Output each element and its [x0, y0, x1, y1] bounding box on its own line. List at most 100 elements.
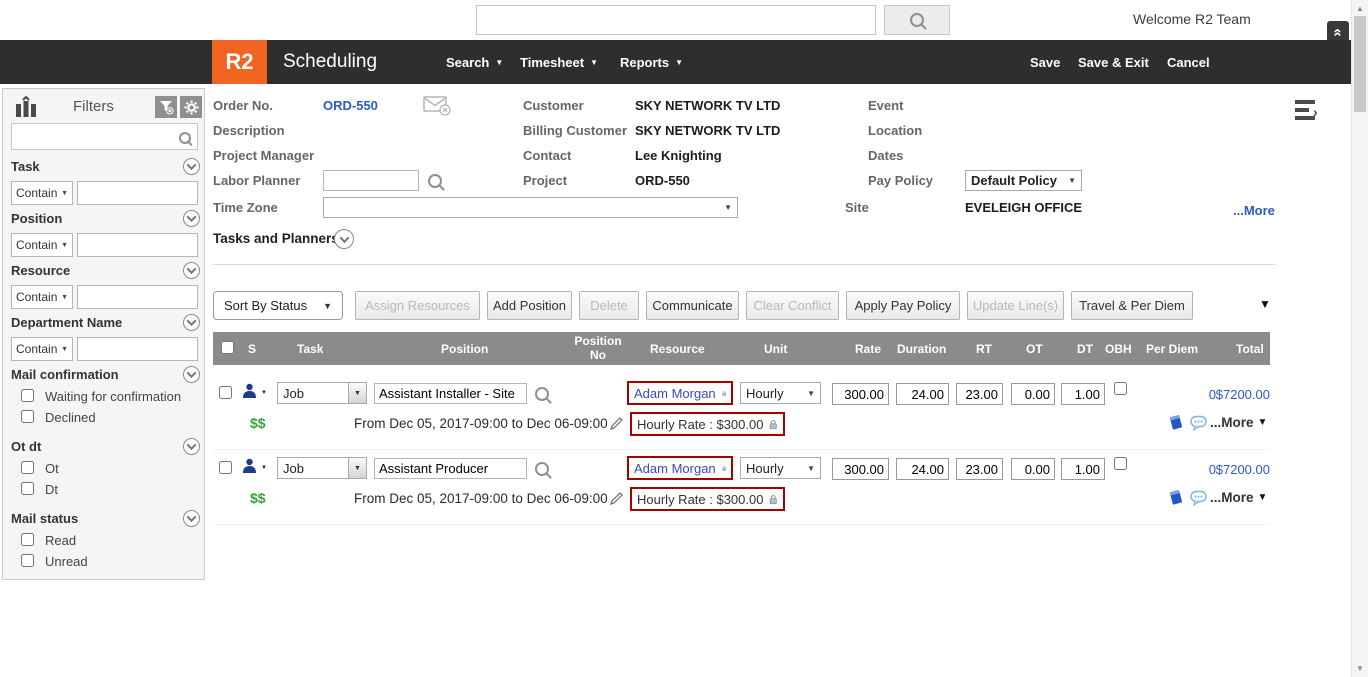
resource-locked-field[interactable]: Adam Morgan	[627, 381, 733, 405]
search-icon[interactable]	[428, 174, 442, 188]
waiting-for-confirmation-checkbox[interactable]	[21, 389, 34, 402]
unread-checkbox[interactable]	[21, 554, 34, 567]
edit-pencil-icon[interactable]	[609, 491, 624, 506]
obh-checkbox[interactable]	[1114, 382, 1127, 395]
per-diem-value[interactable]: 0	[1168, 462, 1216, 477]
dt-input[interactable]	[1061, 383, 1105, 405]
task-select[interactable]: Job▼	[277, 382, 367, 404]
collapse-section-task[interactable]	[183, 158, 200, 175]
duration-input[interactable]	[896, 458, 949, 480]
select-all-checkbox[interactable]	[221, 341, 234, 354]
more-link[interactable]: ...More	[1233, 203, 1275, 218]
edit-pencil-icon[interactable]	[609, 416, 624, 431]
save-exit-button[interactable]: Save & Exit	[1078, 55, 1149, 70]
ot-input[interactable]	[1011, 458, 1055, 480]
department-operator-select[interactable]: Contain▼	[11, 337, 73, 361]
rt-input[interactable]	[956, 383, 1003, 405]
order-no-link[interactable]: ORD-550	[323, 98, 378, 113]
position-operator-select[interactable]: Contain▼	[11, 233, 73, 257]
position-input[interactable]	[374, 458, 527, 479]
comment-bubble-icon[interactable]	[1190, 490, 1207, 506]
unit-select[interactable]: Hourly▼	[740, 382, 821, 404]
row-more-button[interactable]: ...More▼	[1210, 490, 1267, 505]
billing-dollars-icon[interactable]: $$	[250, 415, 266, 431]
notes-book-icon[interactable]	[1168, 489, 1184, 506]
rate-input[interactable]	[832, 383, 889, 405]
side-menu-icon[interactable]: ›	[1295, 100, 1325, 124]
filter-settings-button[interactable]	[180, 96, 202, 118]
resource-link[interactable]: Adam Morgan	[634, 386, 716, 401]
filter-search-input[interactable]	[11, 123, 198, 150]
global-search-button[interactable]	[884, 5, 950, 35]
total-value[interactable]: $7200.00	[1213, 462, 1270, 477]
collapse-section-position[interactable]	[183, 210, 200, 227]
collapse-section-resource[interactable]	[183, 262, 200, 279]
unit-select[interactable]: Hourly▼	[740, 457, 821, 479]
position-filter-input[interactable]	[77, 233, 198, 257]
scroll-up-arrow[interactable]: ▲	[1352, 4, 1368, 13]
clear-filter-button[interactable]	[155, 96, 177, 118]
obh-checkbox[interactable]	[1114, 457, 1127, 470]
labor-planner-input[interactable]	[323, 170, 419, 191]
nav-menu-timesheet[interactable]: Timesheet▼	[520, 55, 598, 70]
rt-input[interactable]	[956, 458, 1003, 480]
total-value[interactable]: $7200.00	[1213, 387, 1270, 402]
row-select-checkbox[interactable]	[219, 461, 232, 474]
row-more-button[interactable]: ...More▼	[1210, 415, 1267, 430]
chevron-down-icon[interactable]: ▼	[261, 465, 267, 471]
communicate-button[interactable]: Communicate	[646, 291, 739, 320]
apply-pay-policy-button[interactable]: Apply Pay Policy	[846, 291, 960, 320]
mail-cancel-icon[interactable]	[423, 94, 453, 118]
department-filter-input[interactable]	[77, 337, 198, 361]
collapse-section-mail-confirmation[interactable]	[183, 366, 200, 383]
clear-conflict-button[interactable]: Clear Conflict	[746, 291, 839, 320]
toolbar-more-caret[interactable]: ▼	[1259, 297, 1271, 311]
search-icon[interactable]	[535, 462, 549, 476]
notes-book-icon[interactable]	[1168, 414, 1184, 431]
person-status-icon[interactable]	[242, 458, 257, 474]
ot-input[interactable]	[1011, 383, 1055, 405]
search-icon[interactable]	[535, 387, 549, 401]
update-lines-button[interactable]: Update Line(s)	[967, 291, 1064, 320]
hourly-rate-locked-field[interactable]: Hourly Rate : $300.00	[630, 412, 785, 436]
collapse-tasks-panel[interactable]	[334, 229, 354, 249]
resource-locked-field[interactable]: Adam Morgan	[627, 456, 733, 480]
global-search-input[interactable]	[476, 5, 876, 35]
assign-resources-button[interactable]: Assign Resources	[355, 291, 480, 320]
add-position-button[interactable]: Add Position	[487, 291, 572, 320]
hourly-rate-locked-field[interactable]: Hourly Rate : $300.00	[630, 487, 785, 511]
dt-checkbox[interactable]	[21, 482, 34, 495]
pay-policy-select[interactable]: Default Policy▼	[965, 170, 1082, 191]
delete-button[interactable]: Delete	[579, 291, 639, 320]
resource-filter-input[interactable]	[77, 285, 198, 309]
task-select[interactable]: Job▼	[277, 457, 367, 479]
scrollbar-thumb[interactable]	[1354, 16, 1366, 112]
billing-dollars-icon[interactable]: $$	[250, 490, 266, 506]
duration-input[interactable]	[896, 383, 949, 405]
vertical-scrollbar[interactable]: ▲ ▼	[1351, 0, 1368, 677]
ot-checkbox[interactable]	[21, 461, 34, 474]
sort-by-select[interactable]: Sort By Status▼	[213, 291, 343, 320]
travel-per-diem-button[interactable]: Travel & Per Diem	[1071, 291, 1193, 320]
nav-menu-reports[interactable]: Reports▼	[620, 55, 683, 70]
person-status-icon[interactable]	[242, 383, 257, 399]
time-zone-select[interactable]: ▼	[323, 197, 738, 218]
chevron-down-icon[interactable]: ▼	[261, 390, 267, 396]
collapse-section-department[interactable]	[183, 314, 200, 331]
collapse-section-mail-status[interactable]	[183, 510, 200, 527]
task-filter-input[interactable]	[77, 181, 198, 205]
panel-columns-icon[interactable]	[13, 96, 39, 120]
resource-operator-select[interactable]: Contain▼	[11, 285, 73, 309]
resource-link[interactable]: Adam Morgan	[634, 461, 716, 476]
task-operator-select[interactable]: Contain▼	[11, 181, 73, 205]
declined-checkbox[interactable]	[21, 410, 34, 423]
cancel-button[interactable]: Cancel	[1167, 55, 1210, 70]
save-button[interactable]: Save	[1030, 55, 1060, 70]
row-select-checkbox[interactable]	[219, 386, 232, 399]
position-input[interactable]	[374, 383, 527, 404]
rate-input[interactable]	[832, 458, 889, 480]
nav-menu-search[interactable]: Search▼	[446, 55, 503, 70]
read-checkbox[interactable]	[21, 533, 34, 546]
dt-input[interactable]	[1061, 458, 1105, 480]
collapse-section-ot-dt[interactable]	[183, 438, 200, 455]
